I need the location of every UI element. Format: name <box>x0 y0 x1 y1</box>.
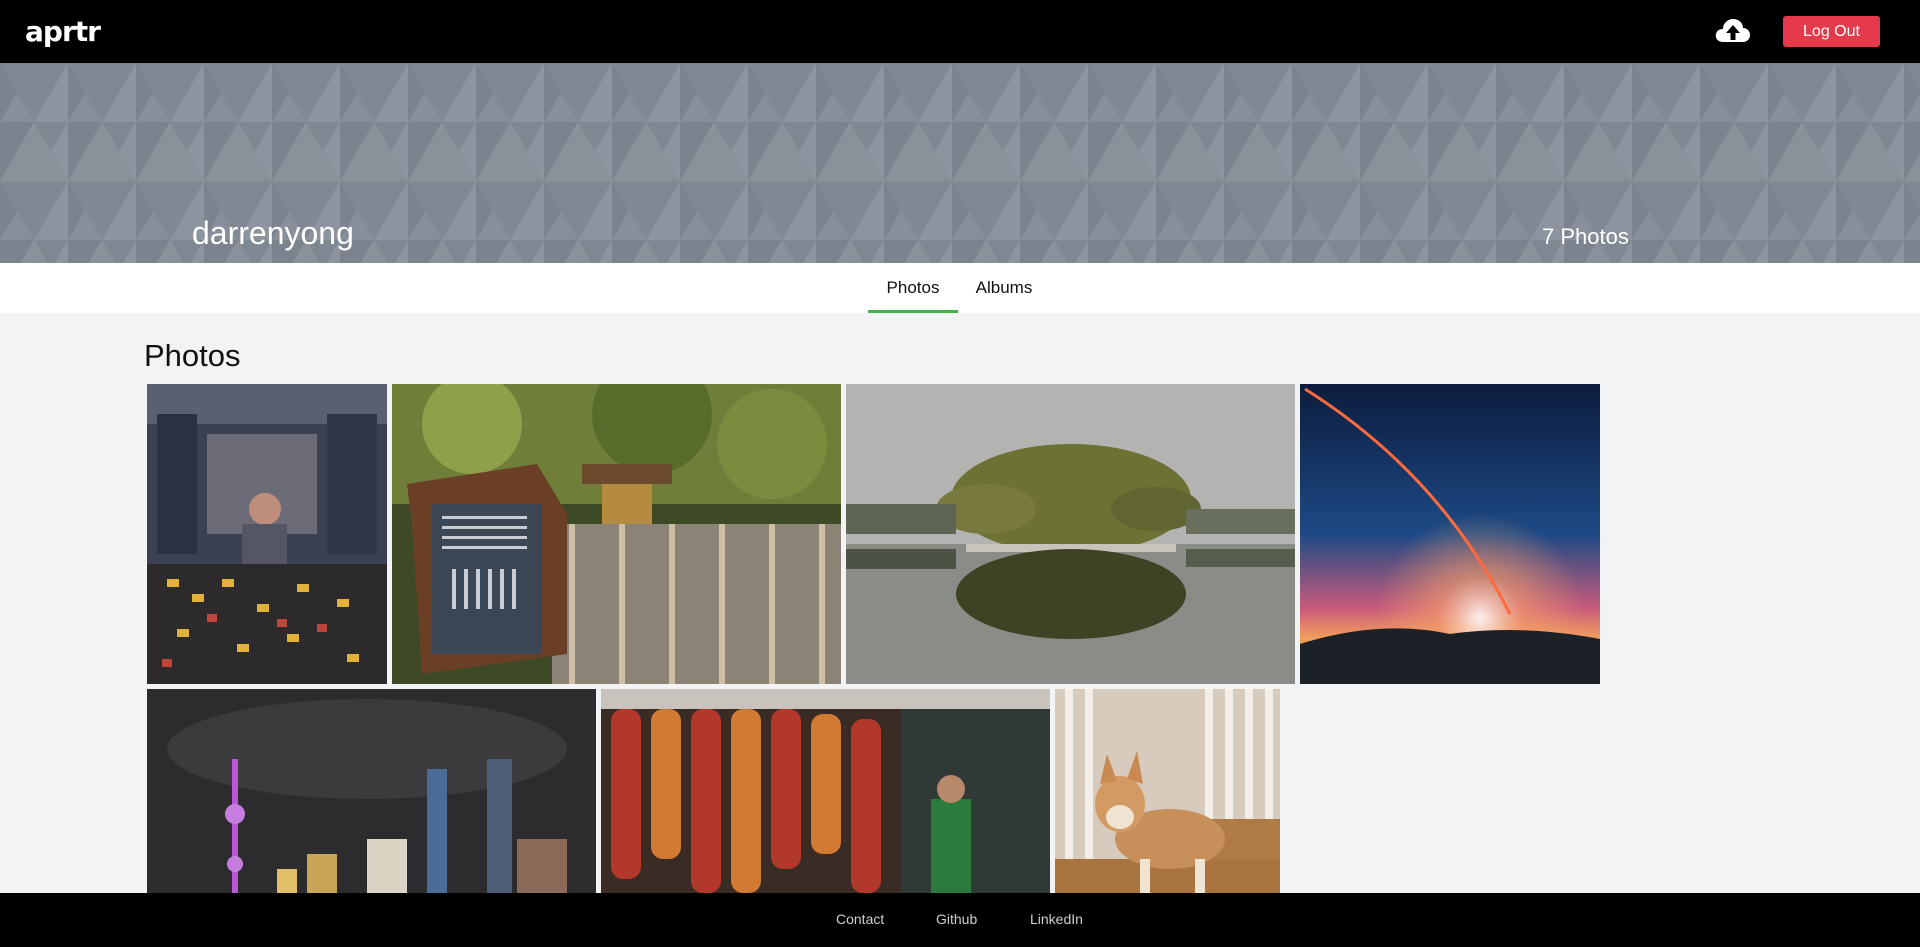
photo-thumbnail-city-skyline[interactable] <box>147 689 596 893</box>
section-title: Photos <box>144 338 241 373</box>
photo-count: 7 Photos <box>1542 224 1629 249</box>
photo-thumbnail-garden-shrine[interactable] <box>392 384 841 684</box>
cloud-upload-icon[interactable] <box>1714 15 1752 47</box>
photo-thumbnail-shiba-dog[interactable] <box>1055 689 1280 893</box>
photo-thumbnail-shop-keeper[interactable] <box>147 384 387 684</box>
photo-thumbnail-rocket-launch[interactable] <box>1300 384 1600 684</box>
photo-thumbnail-lake-tree[interactable] <box>846 384 1295 684</box>
logout-button[interactable]: Log Out <box>1783 16 1880 47</box>
footer-link-contact[interactable]: Contact <box>836 911 884 927</box>
footer-link-linkedin[interactable]: LinkedIn <box>1030 911 1083 927</box>
app-logo[interactable]: aprtr <box>25 15 101 48</box>
footer: Contact Github LinkedIn <box>0 893 1920 947</box>
top-navbar: aprtr Log Out <box>0 0 1920 63</box>
footer-link-github[interactable]: Github <box>936 911 977 927</box>
tab-albums[interactable]: Albums <box>958 263 1050 313</box>
profile-tabs: Photos Albums <box>0 263 1920 313</box>
tab-photos[interactable]: Photos <box>868 263 958 313</box>
photo-thumbnail-chili-peppers[interactable] <box>601 689 1050 893</box>
profile-username: darrenyong <box>192 215 354 251</box>
profile-banner: darrenyong 7 Photos <box>0 63 1920 263</box>
